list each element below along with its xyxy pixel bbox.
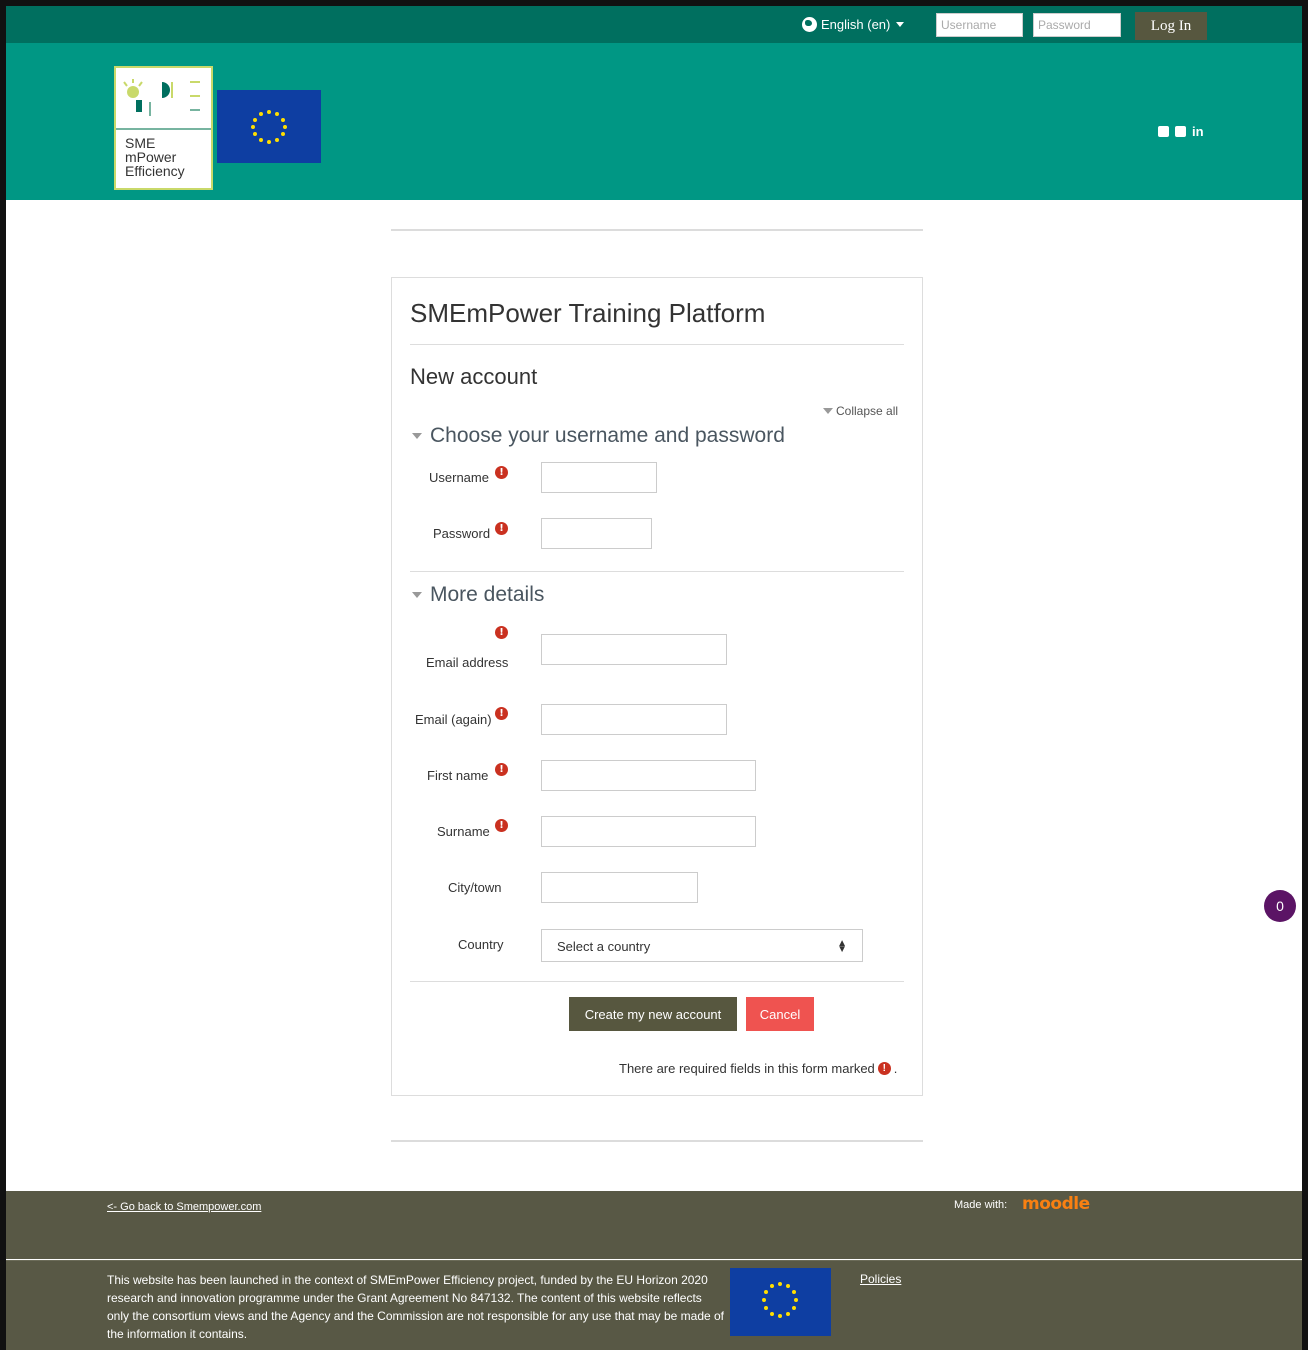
surname-label: Surname [437,824,490,839]
eu-stars-icon [251,110,287,144]
eu-flag-logo [217,90,321,163]
email-field[interactable] [541,634,727,665]
section-details-toggle[interactable]: More details [412,583,544,607]
required-icon: ! [495,707,508,720]
footer-eu-flag [730,1268,831,1336]
required-icon: ! [495,819,508,832]
country-select[interactable]: Select a country ▲ ▼ [541,929,863,962]
made-with-label: Made with: [954,1199,1008,1211]
login-username-input[interactable] [936,13,1023,37]
city-field[interactable] [541,872,698,903]
bottom-rule [391,1140,923,1142]
required-icon: ! [495,466,508,479]
policies-link[interactable]: Policies [860,1272,901,1286]
back-to-site-link[interactable]: <- Go back to Smempower.com [107,1201,261,1213]
social-links: in [1158,124,1204,139]
first-name-label: First name [427,768,489,783]
triangle-down-icon [823,408,833,414]
page-title: SMEmPower Training Platform [410,298,766,328]
password-field[interactable] [541,518,652,549]
top-rule [391,229,923,231]
language-menu[interactable]: English (en) [802,17,905,32]
required-icon: ! [877,1062,891,1075]
logo-graphic [116,68,211,130]
city-label: City/town [448,880,502,895]
required-icon: ! [495,522,508,535]
form-footer-divider [410,981,904,982]
surname-field[interactable] [541,816,756,847]
eu-stars-icon [762,1282,798,1318]
username-field[interactable] [541,462,657,493]
required-icon: ! [495,763,508,776]
email-again-field[interactable] [541,704,727,735]
first-name-field[interactable] [541,760,756,791]
email-again-label: Email (again) [415,712,492,727]
linkedin-icon[interactable]: in [1192,124,1204,139]
section-divider [410,571,904,572]
caret-down-icon [896,22,905,27]
language-label: English (en) [821,17,891,32]
country-select-value: Select a country [557,939,651,954]
triangle-down-icon [412,433,422,439]
login-button[interactable]: Log In [1135,12,1207,40]
twitter-icon[interactable] [1175,126,1186,137]
create-account-button[interactable]: Create my new account [569,997,737,1031]
title-divider [410,344,904,345]
message-count-badge[interactable]: 0 [1264,890,1296,922]
globe-icon [802,17,817,32]
section-credentials-toggle[interactable]: Choose your username and password [412,424,785,448]
cancel-button[interactable]: Cancel [746,997,814,1031]
logo-text: SME mPower Efficiency [125,135,185,179]
password-label: Password [433,526,491,541]
country-label: Country [458,937,504,952]
smempower-logo[interactable]: SME mPower Efficiency [114,66,213,190]
form-heading: New account [410,364,538,389]
login-password-input[interactable] [1033,13,1121,37]
email-label: Email address [426,655,509,670]
required-icon: ! [495,626,508,639]
triangle-down-icon [412,592,422,598]
signup-card [391,277,923,1096]
footer-disclaimer: This website has been launched in the co… [107,1273,725,1341]
facebook-icon[interactable] [1158,126,1169,137]
username-label: Username [429,470,489,485]
sort-arrows-icon: ▲ ▼ [837,938,847,955]
moodle-logo[interactable]: moodle [1022,1194,1090,1214]
required-fields-note: There are required fields in this form m… [619,1061,898,1076]
collapse-all-link[interactable]: Collapse all [823,404,898,418]
